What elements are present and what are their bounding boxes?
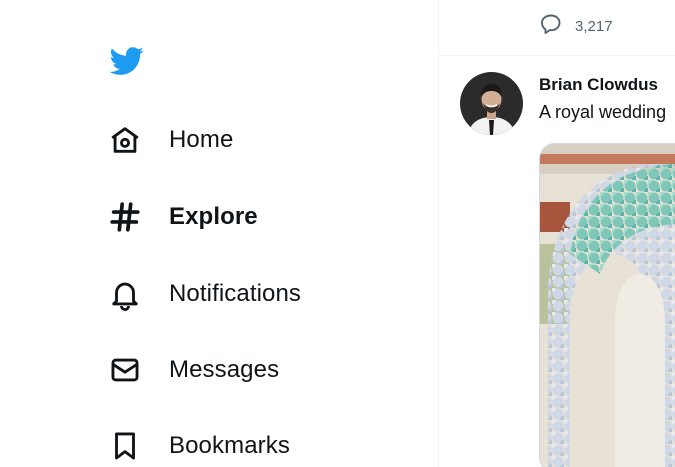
tweet-separator: [439, 55, 675, 56]
bookmark-icon: [108, 429, 142, 463]
envelope-icon: [108, 353, 142, 387]
nav-label-notifications: Notifications: [169, 280, 302, 307]
nav-item-bookmarks[interactable]: Bookmarks: [108, 426, 290, 466]
nav-item-messages[interactable]: Messages: [108, 350, 279, 390]
tweet-media[interactable]: [539, 143, 675, 467]
nav-item-notifications[interactable]: Notifications: [108, 274, 301, 314]
nav-label-explore: Explore: [169, 203, 258, 230]
reply-action[interactable]: 3,217: [539, 12, 613, 41]
home-icon: [108, 123, 142, 157]
twitter-bird-icon[interactable]: [108, 44, 146, 78]
tweet-author[interactable]: Brian Clowdus: [539, 75, 658, 95]
hashtag-icon: [108, 200, 142, 234]
nav-item-explore[interactable]: Explore: [108, 197, 258, 237]
avatar[interactable]: [460, 72, 523, 135]
nav-item-home[interactable]: Home: [108, 120, 233, 160]
reply-icon: [539, 12, 563, 41]
tweet-text: A royal wedding: [539, 102, 667, 122]
nav-label-messages: Messages: [169, 356, 280, 383]
flower-arch-photo: [540, 144, 675, 467]
nav-label-bookmarks: Bookmarks: [169, 432, 290, 459]
bell-icon: [108, 277, 142, 311]
timeline: 3,217 Brian Clowdus A royal wedding: [439, 0, 675, 467]
nav-label-home: Home: [169, 126, 234, 153]
sidebar-nav: Home Explore Notifications Messages Book…: [0, 0, 438, 467]
reply-count: 3,217: [575, 18, 613, 35]
